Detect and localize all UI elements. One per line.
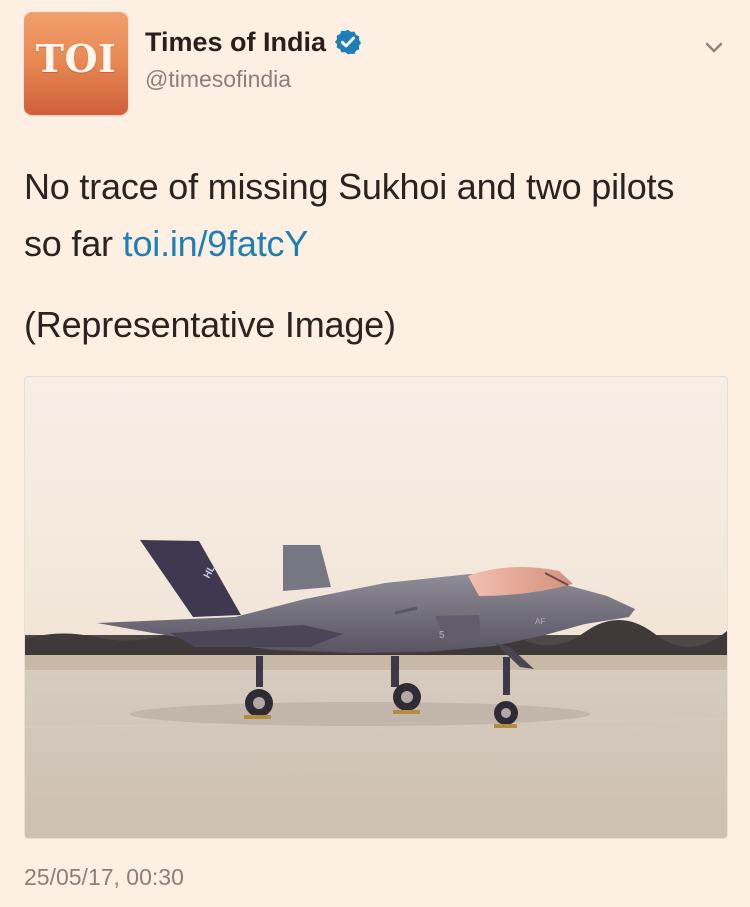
author-display-name[interactable]: Times of India bbox=[145, 28, 326, 56]
author-avatar[interactable]: TOI bbox=[24, 12, 128, 115]
chevron-down-icon[interactable] bbox=[702, 35, 726, 59]
tweet-note: (Representative Image) bbox=[24, 304, 396, 345]
tweet-text: No trace of missing Sukhoi and two pilot… bbox=[24, 158, 704, 272]
tweet-card: TOI Times of India @timesofindia No trac… bbox=[0, 0, 750, 907]
tweet-main-text: No trace of missing Sukhoi and two pilot… bbox=[24, 166, 675, 264]
tweet-link[interactable]: toi.in/9fatcY bbox=[123, 223, 309, 264]
svg-text:5: 5 bbox=[439, 630, 445, 641]
verified-badge-icon bbox=[334, 29, 362, 55]
author-handle[interactable]: @timesofindia bbox=[145, 68, 291, 91]
tweet-timestamp[interactable]: 25/05/17, 00:30 bbox=[24, 866, 184, 889]
svg-text:AF: AF bbox=[535, 617, 545, 626]
tweet-media[interactable]: HL AF 5 bbox=[24, 376, 728, 839]
avatar-brand-text: TOI bbox=[35, 36, 117, 81]
author-name-row: Times of India bbox=[145, 28, 362, 56]
fighter-jet-image: HL AF 5 bbox=[25, 377, 727, 838]
